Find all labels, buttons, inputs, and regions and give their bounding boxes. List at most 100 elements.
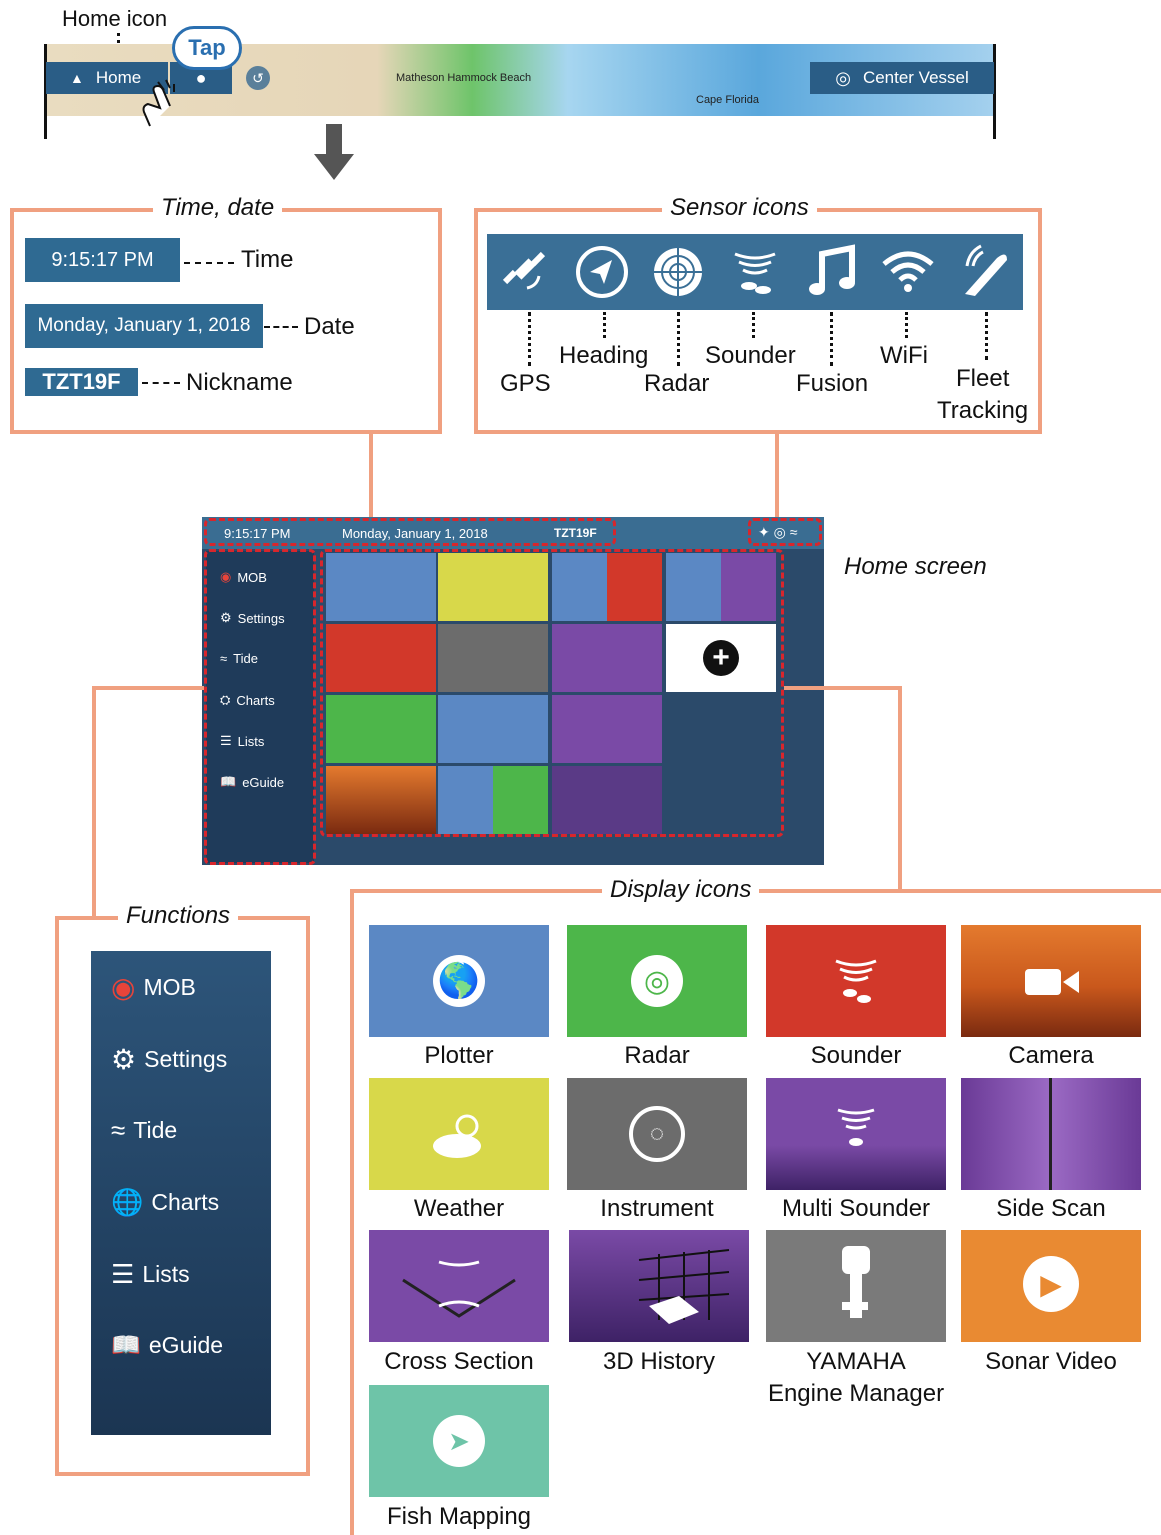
display-tile-instrument[interactable]: ◌ [567,1078,747,1190]
display-tile-plotter[interactable]: 🌎 [369,925,549,1037]
func-tide[interactable]: ≈ Tide [111,1115,177,1146]
hs-grid-highlight [320,549,784,837]
func-charts[interactable]: 🌐 Charts [111,1187,219,1218]
gps-leader [528,312,531,366]
functions-connector-h [92,686,204,690]
display-label-camera: Camera [1008,1042,1094,1069]
center-vessel-label: Center Vessel [862,68,969,87]
display-tile-side-scan[interactable] [961,1078,1141,1190]
display-tile-sonar-video[interactable]: ▶ [961,1230,1141,1342]
time-value: 9:15:17 PM [51,248,154,271]
time-connector [369,432,373,520]
nickname-label: Nickname [186,369,293,396]
display-label-yamaha-2: Engine Manager [767,1380,945,1407]
heading-leader [603,312,606,338]
hs-sensor-highlight [748,518,822,546]
sounder-icon [835,959,877,1003]
sensor-icons-title: Sensor icons [662,194,817,222]
gps-label: GPS [500,370,551,397]
sensor-connector [775,432,779,520]
tap-hand-icon [142,79,175,127]
list-icon: ☰ [111,1259,135,1289]
home-button-label: Home [95,68,142,87]
radar-leader [677,312,680,366]
func-tide-label: Tide [133,1117,178,1143]
func-eguide-label: eGuide [148,1332,224,1358]
sounder-leader [752,312,755,338]
undo-button[interactable]: ↺ [246,66,270,90]
display-icons-title: Display icons [602,876,760,904]
3d-history-grid-icon [638,1249,730,1324]
func-lists-label: Lists [142,1261,190,1287]
display-label-3d-history: 3D History [602,1348,716,1375]
tide-waves-icon: ≈ [111,1115,126,1145]
functions-connector-v [92,686,96,918]
fusion-label: Fusion [796,370,869,397]
sensor-icon-strip [487,234,1023,310]
display-connector-h [784,686,902,690]
display-label-yamaha: YAMAHA [806,1348,906,1375]
outboard-engine-icon [842,1246,870,1318]
display-tile-camera[interactable] [961,925,1141,1037]
wifi-label: WiFi [880,342,928,369]
display-connector-v [898,686,902,892]
time-label: Time [241,246,294,273]
display-label-instrument: Instrument [600,1195,714,1222]
fleet-leader [985,312,988,360]
fusion-music-icon [801,241,863,303]
display-label-side-scan: Side Scan [996,1195,1106,1222]
weather-cloud-sun-icon [433,1114,481,1158]
time-leader [184,262,234,264]
home-screen-label: Home screen [844,553,987,580]
map-place-2: Cape Florida [696,94,759,106]
gauge-icon: ◌ [629,1106,685,1162]
time-badge: 9:15:17 PM [25,238,180,282]
multi-sounder-icon [837,1108,875,1146]
display-tile-3d-history[interactable] [569,1230,749,1342]
center-vessel-button[interactable]: ◎ Center Vessel [810,62,994,94]
radar-globe-icon [647,241,709,303]
display-tile-yamaha[interactable] [766,1230,946,1342]
date-value: Monday, January 1, 2018 [37,315,251,336]
func-charts-label: Charts [151,1189,220,1215]
sounder-waves-icon [724,241,786,303]
func-mob[interactable]: ◉ MOB [111,971,196,1004]
display-tile-radar[interactable]: ◎ [567,925,747,1037]
plotter-globe-icon: 🌎 [433,955,485,1007]
display-label-multi-sounder: Multi Sounder [781,1195,931,1222]
date-badge: Monday, January 1, 2018 [25,304,263,348]
sounder-label: Sounder [705,342,796,369]
fleet-label-1: Fleet [956,365,1010,392]
hs-sidebar-highlight [204,549,316,865]
radar-label: Radar [644,370,710,397]
display-label-sounder: Sounder [810,1042,902,1069]
display-tile-sounder[interactable] [766,925,946,1037]
display-tile-multi-sounder[interactable] [766,1078,946,1190]
display-label-sonar-video: Sonar Video [985,1348,1117,1375]
functions-title: Functions [118,902,239,930]
display-tile-fish-mapping[interactable]: ➤ [369,1385,549,1497]
map-place-1: Matheson Hammock Beach [396,72,532,84]
home-chevron-icon: ▲ [70,70,84,86]
target-icon: ◎ [835,67,851,88]
nickname-leader [142,382,180,384]
func-eguide[interactable]: 📖 eGuide [111,1331,223,1360]
undo-icon: ↺ [252,69,264,86]
display-label-weather: Weather [413,1195,505,1222]
home-icon-caption: Home icon [62,6,168,31]
display-tile-cross-section[interactable] [369,1230,549,1342]
func-lists[interactable]: ☰ Lists [111,1259,190,1290]
date-leader [264,326,298,328]
gps-satellite-icon [494,241,556,303]
tap-callout: Tap [172,26,242,70]
down-arrow-icon [314,124,354,180]
nickname-badge: TZT19F [25,368,138,396]
display-label-fish-mapping: Fish Mapping [386,1503,532,1530]
display-label-radar: Radar [624,1042,690,1069]
pin-icon: ● [195,67,207,88]
func-settings[interactable]: ⚙ Settings [111,1043,227,1076]
gear-icon: ⚙ [111,1044,137,1075]
display-tile-weather[interactable] [369,1078,549,1190]
wifi-leader [905,312,908,338]
wifi-icon [877,241,939,303]
